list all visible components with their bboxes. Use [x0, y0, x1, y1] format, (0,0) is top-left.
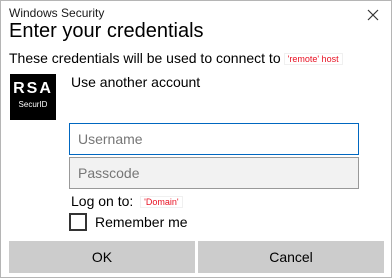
rsa-securid-logo: RSA SecurID [10, 74, 56, 120]
remember-me-label[interactable]: Remember me [95, 214, 188, 230]
credentials-dialog: Windows Security Enter your credentials … [0, 0, 392, 278]
use-another-account-option[interactable]: Use another account [71, 74, 200, 90]
connection-description: These credentials will be used to connec… [9, 50, 343, 66]
window-title: Windows Security [9, 6, 105, 20]
host-name: 'remote' host [283, 53, 343, 66]
cancel-button[interactable]: Cancel [198, 241, 384, 273]
logon-label: Log on to: [71, 193, 134, 209]
dialog-heading: Enter your credentials [9, 20, 204, 42]
passcode-input[interactable] [69, 157, 359, 189]
description-text: These credentials will be used to connec… [9, 50, 281, 66]
remember-me-checkbox[interactable] [69, 213, 87, 231]
close-icon[interactable] [365, 7, 381, 23]
logon-domain-row: Log on to: 'Domain' [71, 193, 183, 209]
logo-subtitle: SecurID [18, 100, 48, 109]
ok-button[interactable]: OK [9, 241, 195, 273]
logo-brand: RSA [13, 80, 53, 97]
username-input[interactable] [69, 123, 359, 155]
remember-me-row[interactable]: Remember me [69, 213, 188, 231]
domain-name: 'Domain' [140, 196, 183, 209]
